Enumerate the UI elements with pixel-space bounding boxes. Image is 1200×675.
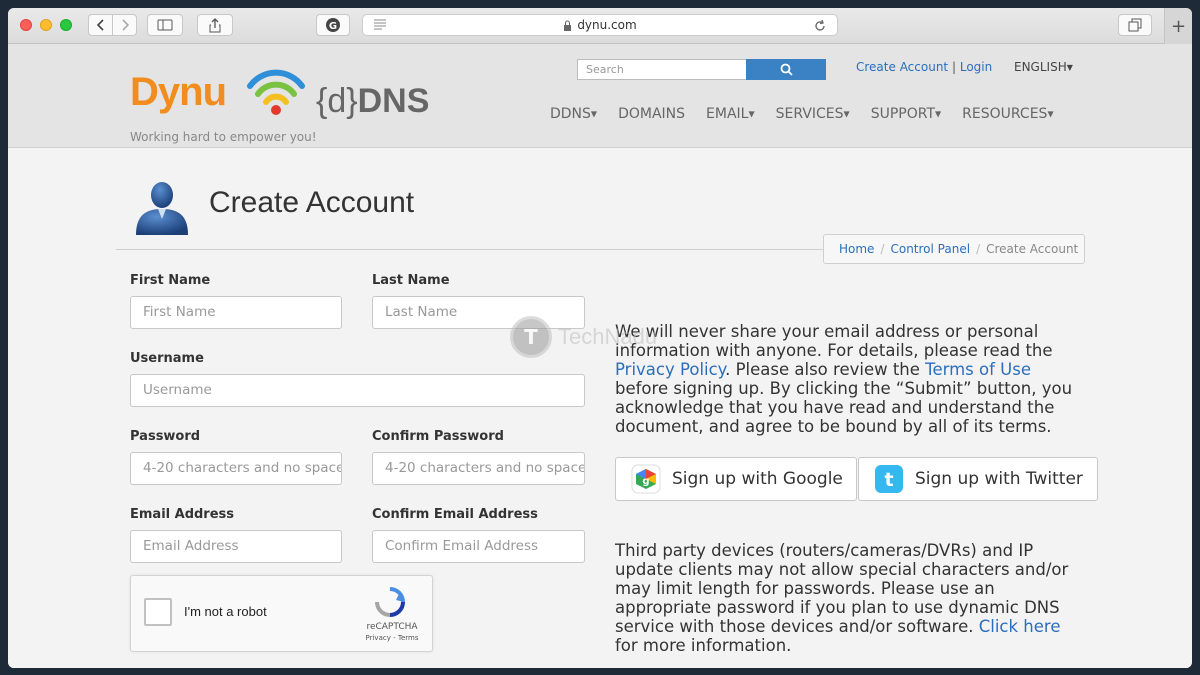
tagline: Working hard to empower you!: [130, 130, 317, 144]
breadcrumb: Home / Control Panel / Create Account: [823, 234, 1085, 264]
watermark-logo-icon: T: [510, 316, 552, 358]
create-account-link[interactable]: Create Account: [856, 60, 948, 74]
recaptcha-links: Privacy - Terms: [365, 634, 419, 642]
recaptcha-label: I'm not a robot: [184, 604, 267, 619]
breadcrumb-separator: /: [880, 242, 885, 256]
recaptcha-brand: reCAPTCHA: [366, 622, 418, 632]
password-field[interactable]: 4-20 characters and no spaces: [130, 452, 342, 485]
link-separator: |: [951, 60, 957, 74]
page-title: Create Account: [209, 186, 415, 219]
caret-down-icon: ▼: [590, 109, 598, 119]
twitter-signup-label: Sign up with Twitter: [915, 469, 1083, 489]
nav-item-ddns[interactable]: DDNS▼: [550, 106, 597, 122]
caret-down-icon: ▼: [748, 109, 755, 119]
caret-down-icon: ▼: [1047, 109, 1054, 119]
plus-icon: +: [1170, 15, 1187, 37]
last-name-label: Last Name: [372, 273, 450, 288]
caret-down-icon: ▼: [1066, 63, 1073, 72]
new-tab-button[interactable]: +: [1164, 8, 1192, 44]
click-here-link[interactable]: Click here: [979, 617, 1061, 636]
recaptcha-terms-link[interactable]: Terms: [398, 634, 419, 642]
login-link[interactable]: Login: [960, 60, 992, 74]
confirm-email-label: Confirm Email Address: [372, 507, 538, 522]
share-button[interactable]: [197, 14, 233, 36]
minimize-window-button[interactable]: [40, 19, 52, 31]
google-signup-label: Sign up with Google: [672, 469, 843, 489]
recaptcha-widget: I'm not a robot reCAPTCHA Privacy - Term…: [130, 575, 433, 652]
web-page: Dynu {d}DNS Working hard to empower you!…: [8, 44, 1192, 668]
privacy-notice: We will never share your email address o…: [615, 322, 1073, 436]
reload-icon[interactable]: [813, 19, 827, 33]
watermark: T TechNadu: [510, 316, 657, 358]
svg-text:g: g: [642, 476, 649, 487]
nav-item-support[interactable]: SUPPORT▼: [871, 106, 941, 122]
breadcrumb-current: Create Account: [986, 242, 1079, 256]
email-label: Email Address: [130, 507, 235, 522]
username-label: Username: [130, 351, 204, 366]
browser-toolbar: G dynu.com +: [8, 8, 1192, 44]
terms-of-use-link[interactable]: Terms of Use: [925, 360, 1031, 379]
confirm-email-field[interactable]: Confirm Email Address: [372, 530, 585, 563]
first-name-label: First Name: [130, 273, 211, 288]
lock-icon: [564, 20, 572, 31]
svg-text:t: t: [884, 469, 893, 491]
twitter-icon: t: [873, 463, 905, 495]
main-navigation: DDNS▼ DOMAINS EMAIL▼ SERVICES▼ SUPPORT▼ …: [550, 106, 1075, 122]
recaptcha-checkbox[interactable]: [144, 598, 172, 626]
forward-button[interactable]: [112, 14, 137, 36]
confirm-password-field[interactable]: 4-20 characters and no spaces: [372, 452, 585, 485]
close-window-button[interactable]: [20, 19, 32, 31]
nav-item-resources[interactable]: RESOURCES▼: [962, 106, 1053, 122]
first-name-field[interactable]: First Name: [130, 296, 342, 329]
recaptcha-privacy-link[interactable]: Privacy: [366, 634, 391, 642]
recaptcha-logo-icon: [375, 587, 405, 617]
caret-down-icon: ▼: [843, 109, 850, 119]
tabs-overview-button[interactable]: [1118, 14, 1152, 36]
search-icon: [780, 63, 793, 76]
grammarly-icon: G: [326, 18, 340, 32]
tabs-icon: [1128, 18, 1142, 32]
site-header: Dynu {d}DNS Working hard to empower you!…: [8, 44, 1192, 148]
reader-icon[interactable]: [373, 18, 387, 30]
email-field[interactable]: Email Address: [130, 530, 342, 563]
extension-button[interactable]: G: [316, 14, 350, 36]
password-label: Password: [130, 429, 201, 444]
url-text: dynu.com: [577, 18, 637, 32]
chevron-left-icon: [96, 19, 104, 31]
logo-ddns-text: {d}DNS: [316, 82, 430, 120]
language-label: ENGLISH: [1014, 60, 1067, 74]
account-links: Create Account | Login: [856, 60, 992, 74]
search-input[interactable]: Search: [577, 59, 747, 80]
caret-down-icon: ▼: [935, 109, 942, 119]
share-icon: [209, 17, 221, 32]
sidebar-button[interactable]: [147, 14, 183, 36]
username-field[interactable]: Username: [130, 374, 585, 407]
nav-item-email[interactable]: EMAIL▼: [706, 106, 755, 122]
device-notice: Third party devices (routers/cameras/DVR…: [615, 541, 1069, 655]
user-avatar-icon: [136, 182, 188, 235]
browser-window: G dynu.com + Dynu {d}DNS Working hard to: [8, 8, 1192, 668]
nav-item-domains[interactable]: DOMAINS: [618, 106, 685, 122]
breadcrumb-home[interactable]: Home: [839, 242, 874, 256]
breadcrumb-control-panel[interactable]: Control Panel: [890, 242, 970, 256]
address-bar[interactable]: dynu.com: [362, 14, 838, 36]
language-selector[interactable]: ENGLISH▼: [1014, 60, 1073, 74]
wifi-logo-icon: [247, 69, 305, 115]
nav-item-services[interactable]: SERVICES▼: [776, 106, 850, 122]
search-button[interactable]: [746, 59, 826, 80]
twitter-signup-button[interactable]: t Sign up with Twitter: [858, 457, 1098, 501]
google-icon: g: [630, 463, 662, 495]
sidebar-icon: [157, 19, 173, 31]
logo-text[interactable]: Dynu: [130, 70, 227, 115]
back-button[interactable]: [88, 14, 113, 36]
privacy-policy-link[interactable]: Privacy Policy: [615, 360, 725, 379]
google-signup-button[interactable]: g Sign up with Google: [615, 457, 857, 501]
zoom-window-button[interactable]: [60, 19, 72, 31]
svg-text:G: G: [329, 21, 337, 32]
breadcrumb-separator: /: [976, 242, 981, 256]
chevron-right-icon: [121, 19, 129, 31]
confirm-password-label: Confirm Password: [372, 429, 504, 444]
watermark-text: TechNadu: [558, 324, 658, 349]
